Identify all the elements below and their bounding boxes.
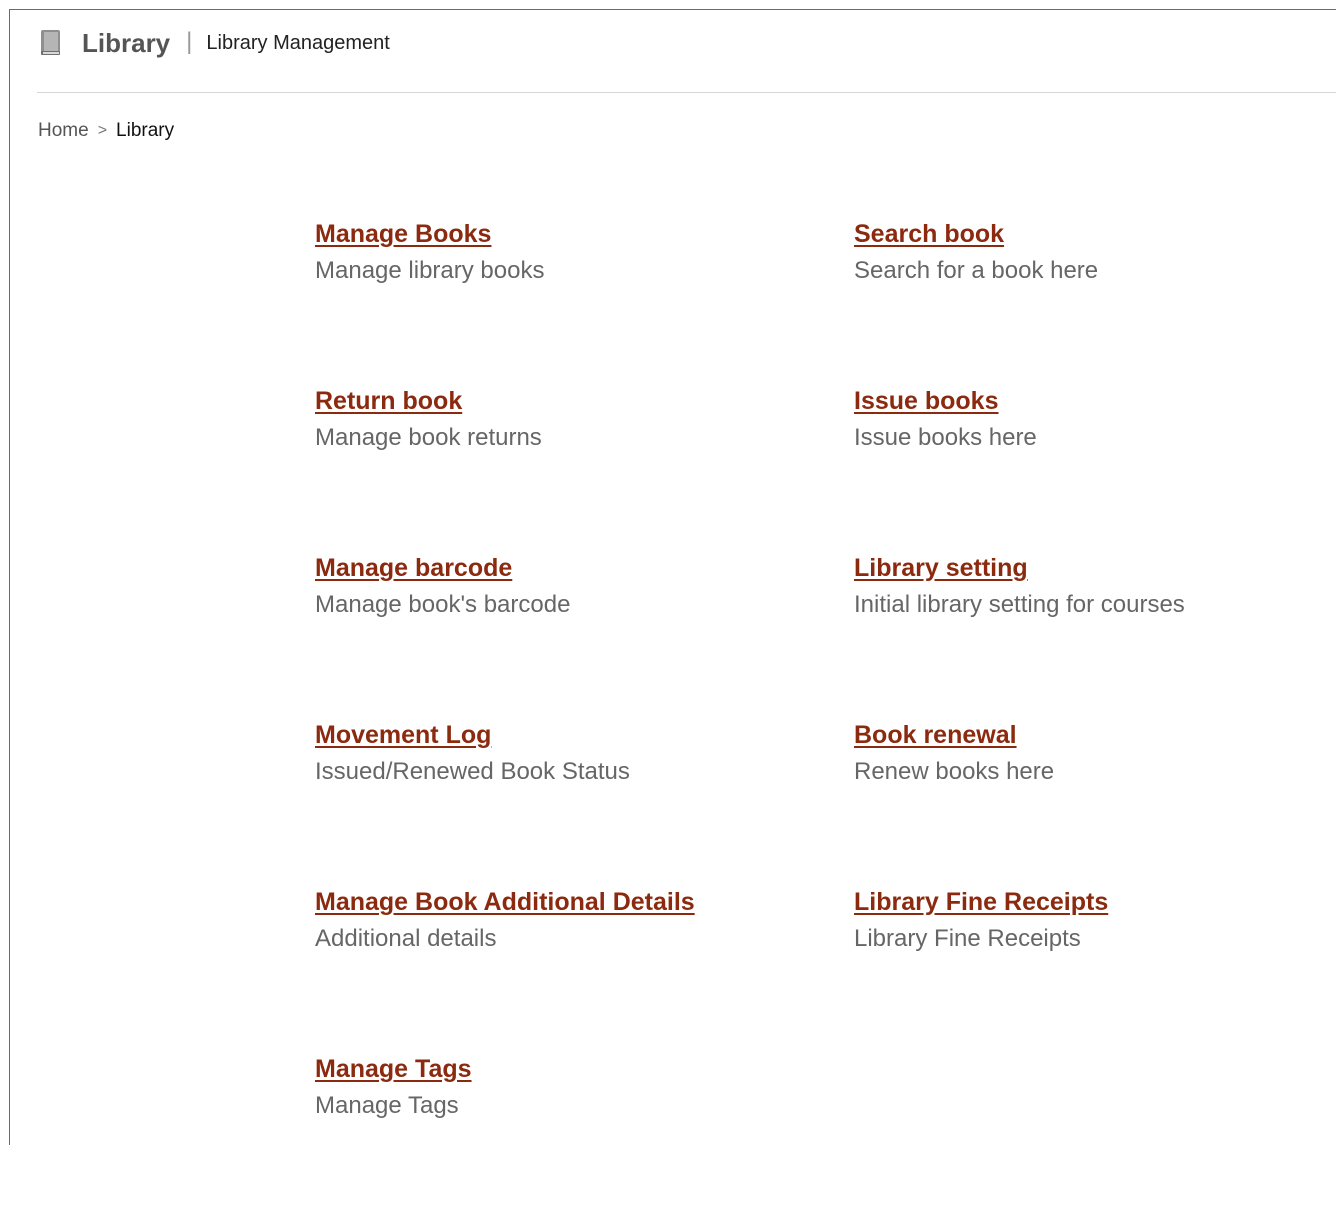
- menu-item-library-fine-receipts: Library Fine Receipts Library Fine Recei…: [854, 884, 1315, 1051]
- manage-books-link[interactable]: Manage Books: [315, 216, 491, 252]
- manage-tags-description: Manage Tags: [315, 1092, 459, 1119]
- movement-log-link[interactable]: Movement Log: [315, 717, 491, 753]
- title-separator: |: [186, 28, 193, 55]
- library-fine-receipts-description: Library Fine Receipts: [854, 925, 1081, 952]
- page-subtitle: Library Management: [206, 31, 390, 54]
- issue-books-description: Issue books here: [854, 424, 1037, 451]
- menu-item-library-setting: Library setting Initial library setting …: [854, 550, 1315, 717]
- header-divider: [37, 92, 1336, 93]
- return-book-description: Manage book returns: [315, 424, 542, 451]
- book-icon: [40, 29, 62, 57]
- menu-item-return-book: Return book Manage book returns: [315, 383, 854, 550]
- breadcrumb: Home > Library: [38, 120, 174, 142]
- search-book-link[interactable]: Search book: [854, 216, 1004, 252]
- library-fine-receipts-link[interactable]: Library Fine Receipts: [854, 884, 1108, 920]
- library-setting-description: Initial library setting for courses: [854, 591, 1185, 618]
- manage-barcode-description: Manage book's barcode: [315, 591, 571, 618]
- movement-log-description: Issued/Renewed Book Status: [315, 758, 630, 785]
- issue-books-link[interactable]: Issue books: [854, 383, 999, 419]
- library-menu-grid: Manage Books Manage library books Search…: [315, 216, 1315, 1218]
- menu-item-manage-barcode: Manage barcode Manage book's barcode: [315, 550, 854, 717]
- library-setting-link[interactable]: Library setting: [854, 550, 1028, 586]
- menu-item-search-book: Search book Search for a book here: [854, 216, 1315, 383]
- manage-barcode-link[interactable]: Manage barcode: [315, 550, 512, 586]
- menu-item-book-renewal: Book renewal Renew books here: [854, 717, 1315, 884]
- menu-item-movement-log: Movement Log Issued/Renewed Book Status: [315, 717, 854, 884]
- search-book-description: Search for a book here: [854, 257, 1099, 284]
- manage-book-additional-details-link[interactable]: Manage Book Additional Details: [315, 884, 695, 920]
- menu-item-manage-tags: Manage Tags Manage Tags: [315, 1051, 854, 1218]
- return-book-link[interactable]: Return book: [315, 383, 462, 419]
- breadcrumb-separator: >: [97, 122, 108, 139]
- book-renewal-link[interactable]: Book renewal: [854, 717, 1017, 753]
- menu-item-manage-book-additional-details: Manage Book Additional Details Additiona…: [315, 884, 854, 1051]
- breadcrumb-current: Library: [116, 120, 175, 141]
- manage-book-additional-details-description: Additional details: [315, 925, 497, 952]
- menu-item-issue-books: Issue books Issue books here: [854, 383, 1315, 550]
- breadcrumb-home-link[interactable]: Home: [38, 120, 89, 142]
- manage-books-description: Manage library books: [315, 257, 545, 284]
- page-title: Library: [82, 27, 171, 58]
- book-renewal-description: Renew books here: [854, 758, 1055, 785]
- page-header: Library | Library Management: [40, 26, 390, 60]
- menu-item-manage-books: Manage Books Manage library books: [315, 216, 854, 383]
- manage-tags-link[interactable]: Manage Tags: [315, 1051, 472, 1087]
